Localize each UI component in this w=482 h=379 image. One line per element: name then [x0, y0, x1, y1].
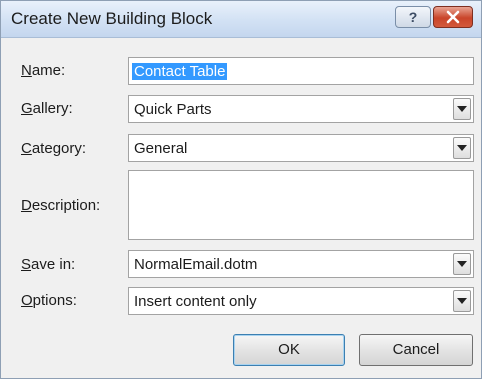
- gallery-label: Gallery:: [21, 100, 73, 117]
- category-dropdown-button[interactable]: [453, 137, 471, 159]
- gallery-select-value: Quick Parts: [134, 101, 212, 118]
- close-button[interactable]: [433, 6, 473, 28]
- help-button[interactable]: ?: [395, 6, 431, 28]
- save-in-select[interactable]: NormalEmail.dotm: [128, 250, 474, 278]
- name-input[interactable]: Contact Table: [128, 57, 474, 85]
- chevron-down-icon: [457, 106, 467, 112]
- name-input-value: Contact Table: [132, 63, 228, 80]
- help-question-icon: ?: [409, 9, 418, 25]
- category-select[interactable]: General: [128, 134, 474, 162]
- dialog-title: Create New Building Block: [11, 9, 213, 28]
- category-label: Category:: [21, 140, 87, 157]
- description-label: Description:: [21, 197, 101, 214]
- options-select-value: Insert content only: [134, 293, 257, 310]
- title-bar[interactable]: Create New Building Block ?: [1, 1, 481, 38]
- category-select-value: General: [134, 140, 188, 157]
- chevron-down-icon: [457, 298, 467, 304]
- create-building-block-dialog: Create New Building Block ? Name: Contac…: [0, 0, 482, 379]
- gallery-select[interactable]: Quick Parts: [128, 95, 474, 123]
- save-in-dropdown-button[interactable]: [453, 253, 471, 275]
- ok-button[interactable]: OK: [233, 334, 345, 366]
- chevron-down-icon: [457, 145, 467, 151]
- options-select[interactable]: Insert content only: [128, 287, 474, 315]
- chevron-down-icon: [457, 261, 467, 267]
- save-in-label: Save in:: [21, 256, 76, 273]
- close-x-icon: [446, 10, 460, 24]
- svg-text:?: ?: [409, 9, 418, 25]
- description-textarea[interactable]: [128, 170, 474, 240]
- save-in-select-value: NormalEmail.dotm: [134, 256, 258, 273]
- options-label: Options:: [21, 292, 77, 309]
- options-dropdown-button[interactable]: [453, 290, 471, 312]
- name-label: Name:: [21, 62, 66, 79]
- gallery-dropdown-button[interactable]: [453, 98, 471, 120]
- cancel-button[interactable]: Cancel: [359, 334, 473, 366]
